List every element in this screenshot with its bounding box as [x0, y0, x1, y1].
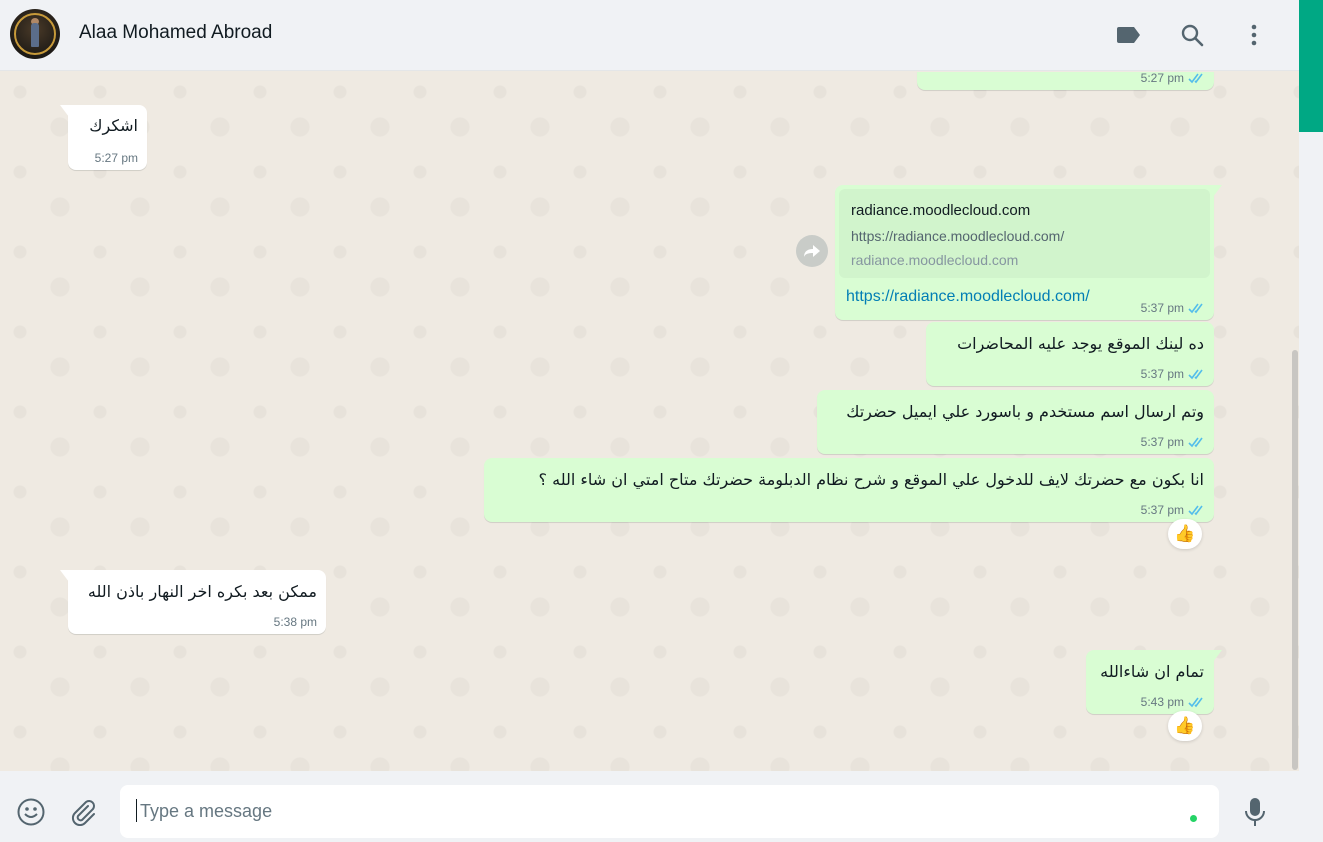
composer-bar [0, 771, 1299, 842]
label-icon[interactable] [1115, 21, 1143, 49]
emoji-icon[interactable] [14, 795, 48, 829]
message-out[interactable]: ده لينك الموقع يوجد عليه المحاضرات 5:37 … [926, 322, 1214, 386]
chat-area[interactable]: 5:27 pm اشكرك 5:27 pm radiance.moodleclo… [0, 72, 1299, 771]
read-ticks-icon [1188, 697, 1203, 707]
chat-header: Alaa Mohamed Abroad [0, 0, 1299, 71]
message-meta: 5:37 pm [1141, 367, 1206, 381]
message-text: ده لينك الموقع يوجد عليه المحاضرات [957, 334, 1204, 353]
bubble-tail [60, 570, 69, 582]
bubble-tail [1213, 650, 1222, 662]
preview-title: radiance.moodlecloud.com [851, 202, 1031, 219]
read-ticks-icon [1188, 303, 1203, 313]
message-time: 5:43 pm [1140, 695, 1184, 709]
message-in[interactable]: ممكن بعد بكره اخر النهار باذن الله 5:38 … [60, 570, 326, 634]
read-ticks-icon [1188, 73, 1203, 83]
reaction-badge[interactable]: 👍 [1168, 711, 1202, 741]
read-ticks-icon [1188, 369, 1203, 379]
accent-bar [1299, 0, 1323, 132]
preview-url: https://radiance.moodlecloud.com/ [851, 228, 1065, 244]
message-link[interactable]: https://radiance.moodlecloud.com/ [846, 288, 1090, 306]
message-time: 5:27 pm [94, 151, 138, 165]
message-text: انا بكون مع حضرتك لايف للدخول علي الموقع… [538, 470, 1204, 489]
message-out[interactable]: تمام ان شاءالله 5:43 pm [1086, 650, 1222, 714]
message-time: 5:37 pm [1140, 301, 1184, 315]
message-out[interactable]: 5:27 pm [917, 72, 1214, 90]
preview-domain: radiance.moodlecloud.com [851, 252, 1019, 268]
reaction-badge[interactable]: 👍 [1168, 519, 1202, 549]
message-meta: 5:37 pm [1141, 503, 1206, 517]
text-caret [136, 799, 137, 822]
avatar[interactable] [10, 9, 60, 59]
message-out-link[interactable]: radiance.moodlecloud.com https://radianc… [835, 185, 1222, 320]
message-out[interactable]: انا بكون مع حضرتك لايف للدخول علي الموقع… [484, 458, 1214, 522]
message-time: 5:37 pm [1140, 367, 1184, 381]
message-text: وتم ارسال اسم مستخدم و باسورد علي ايميل … [846, 402, 1204, 421]
attach-icon[interactable] [66, 795, 100, 829]
read-ticks-icon [1188, 505, 1203, 515]
message-text: اشكرك [89, 116, 138, 135]
avatar-figure [31, 23, 39, 47]
window-edge [1299, 0, 1323, 842]
bubble-tail [1213, 185, 1222, 197]
message-in[interactable]: اشكرك 5:27 pm [60, 105, 147, 170]
message-meta: 5:37 pm [1141, 301, 1206, 315]
message-meta: 5:27 pm [1141, 72, 1206, 85]
bubble-tail [60, 105, 69, 117]
message-meta: 5:43 pm [1141, 695, 1206, 709]
message-text: ممكن بعد بكره اخر النهار باذن الله [87, 582, 317, 601]
message-time: 5:38 pm [273, 615, 317, 629]
contact-name[interactable]: Alaa Mohamed Abroad [79, 22, 272, 44]
message-time: 5:27 pm [1140, 72, 1184, 85]
search-icon[interactable] [1178, 21, 1206, 49]
message-input[interactable] [120, 785, 1219, 838]
status-dot [1190, 815, 1197, 822]
message-meta: 5:37 pm [1141, 435, 1206, 449]
message-meta: 5:27 pm [95, 151, 138, 165]
message-text: تمام ان شاءالله [1100, 662, 1204, 681]
message-time: 5:37 pm [1140, 435, 1184, 449]
link-preview[interactable]: radiance.moodlecloud.com https://radianc… [839, 189, 1210, 278]
microphone-icon[interactable] [1240, 795, 1270, 829]
read-ticks-icon [1188, 437, 1203, 447]
message-time: 5:37 pm [1140, 503, 1184, 517]
menu-icon[interactable] [1240, 21, 1268, 49]
message-meta: 5:38 pm [274, 615, 317, 629]
forward-button[interactable] [796, 235, 828, 267]
scrollbar[interactable] [1292, 350, 1298, 770]
message-out[interactable]: وتم ارسال اسم مستخدم و باسورد علي ايميل … [817, 390, 1214, 454]
forward-icon [804, 245, 820, 257]
